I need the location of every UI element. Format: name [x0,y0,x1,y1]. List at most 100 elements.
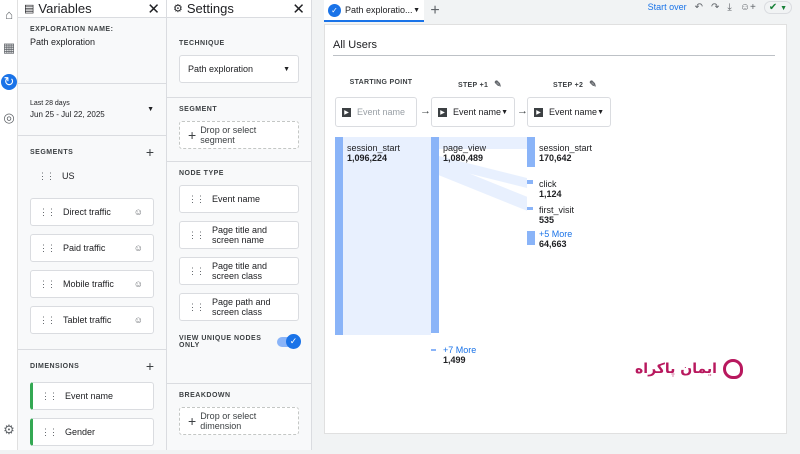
drag-handle-icon: ⋮⋮ [188,265,205,276]
dimensions-section: DIMENSIONS + ⋮⋮ Event name ⋮⋮ Gender [18,350,166,454]
brand-logo-icon [722,359,743,379]
node-label-start: session_start 1,096,224 [347,143,401,163]
explore-icon[interactable]: ↻ [1,74,17,90]
variables-icon: ▤ [24,3,35,15]
edit-pencil-icon[interactable]: ✎ [494,79,502,89]
reports-icon[interactable]: ▦ [1,40,17,56]
exploration-name-label: EXPLORATION NAME: [30,26,114,33]
variables-panel: ▤ Variables ✕ EXPLORATION NAME: Path exp… [18,0,167,450]
tab-bar: ✓ Path exploratio... ▼ + Start over ↶ ↷ … [312,0,800,22]
view-unique-nodes-toggle[interactable]: ✓ [276,334,301,349]
flow-start-to-step1 [343,137,431,335]
dimension-chip[interactable]: ⋮⋮ Gender [30,418,154,446]
dimension-chip[interactable]: ⋮⋮ Event name [30,382,154,410]
drag-handle-icon: ⋮⋮ [39,314,56,325]
chevron-down-icon: ▼ [283,65,290,73]
segment-label: SEGMENT [179,106,218,113]
segments-label: SEGMENTS [30,148,74,156]
node-label-step2-more[interactable]: +5 More 64,663 [539,229,572,249]
segment-drop-zone[interactable]: + Drop or select segment [179,121,299,149]
breakdown-label: BREAKDOWN [179,392,231,399]
advertising-icon[interactable]: ◎ [1,110,17,126]
admin-gear-icon[interactable]: ⚙ [1,422,17,438]
dimensions-label: DIMENSIONS [30,362,80,370]
redo-icon[interactable]: ↷ [711,2,719,13]
segment-chip[interactable]: ⋮⋮ US [30,162,154,190]
column-header-start: STARTING POINT [349,79,413,86]
explore-icon: ✓ [328,3,341,17]
settings-panel: ⚙ Settings ✕ TECHNIQUE Path exploration ▼… [167,0,312,450]
close-icon[interactable]: ✕ [147,0,160,18]
view-unique-nodes-label: VIEW UNIQUE NODES ONLY [179,335,262,349]
segments-section: SEGMENTS + ⋮⋮ US ⋮⋮ Direct traffic ☺ ⋮⋮ Paid… [18,136,166,350]
tab-path-exploration[interactable]: ✓ Path exploratio... ▼ [324,0,424,22]
node-bar-more-step1[interactable] [431,349,436,351]
add-tab-button[interactable]: + [424,0,446,22]
drag-handle-icon: ⋮⋮ [38,170,55,181]
exploration-sheet: All Users STARTING POINT STEP +1 ✎ STEP +… [324,24,787,434]
node-type-label: NODE TYPE [179,170,224,177]
node-bar-page-view[interactable] [431,137,439,333]
undo-icon[interactable]: ↶ [695,2,703,13]
date-range-picker[interactable]: Last 28 days Jun 25 - Jul 22, 2025 ▼ [18,84,166,136]
node-type-chip[interactable]: ⋮⋮ Event name [179,185,299,213]
breakdown-drop-zone[interactable]: + Drop or select dimension [179,407,299,435]
drag-handle-icon: ⋮⋮ [188,301,205,312]
technique-section: TECHNIQUE Path exploration ▼ [167,18,311,98]
people-icon: ☺ [133,207,143,217]
node-bar-first-visit[interactable] [527,207,533,210]
variables-header: ▤ Variables ✕ [18,0,166,18]
node-bar-click[interactable] [527,180,533,184]
view-unique-nodes-row: VIEW UNIQUE NODES ONLY ✓ [179,334,301,349]
segment-section: SEGMENT + Drop or select segment [167,98,311,162]
node-bar-session-start-step2[interactable] [527,137,535,167]
share-user-icon[interactable]: ☺+ [740,2,756,13]
segment-chip[interactable]: ⋮⋮ Mobile traffic ☺ [30,270,154,298]
people-icon: ☺ [133,279,143,289]
node-type-chip[interactable]: ⋮⋮ Page title and screen class [179,257,299,285]
status-check-button[interactable]: ✔ ▼ [763,0,792,14]
edit-pencil-icon[interactable]: ✎ [589,79,597,89]
arrow-right-icon: → [420,105,431,117]
divider [333,55,775,56]
drag-handle-icon: ⋮⋮ [39,278,56,289]
add-segment-button[interactable]: + [146,144,154,160]
download-icon[interactable]: ⤓ [727,2,731,13]
event-icon: ▶ [342,107,351,117]
check-circle-icon: ✔ [768,1,778,13]
settings-header: ⚙ Settings ✕ [167,0,311,18]
gear-icon: ⚙ [173,3,183,15]
people-icon: ☺ [133,243,143,253]
node-label-step1-more[interactable]: +7 More 1,499 [443,345,476,365]
home-icon[interactable]: ⌂ [1,6,17,22]
node-type-select-step1[interactable]: ▶ Event name ▼ [431,97,515,127]
node-type-chip[interactable]: ⋮⋮ Page path and screen class [179,293,299,321]
start-over-button[interactable]: Start over [648,2,687,12]
node-type-select-step2[interactable]: ▶ Event name ▼ [527,97,611,127]
technique-select[interactable]: Path exploration ▼ [179,55,299,83]
segment-chip[interactable]: ⋮⋮ Direct traffic ☺ [30,198,154,226]
date-range-label: Last 28 days [30,100,70,107]
node-label-step2: click 1,124 [539,179,562,199]
node-bar-more[interactable] [527,231,535,245]
drag-handle-icon: ⋮⋮ [41,426,58,437]
close-icon[interactable]: ✕ [292,0,305,18]
technique-label: TECHNIQUE [179,40,225,47]
exploration-name-input[interactable]: Path exploration [30,37,154,47]
node-label-step2: session_start 170,642 [539,143,593,163]
plus-icon: + [188,127,197,143]
node-type-select-start[interactable]: ▶ Event name [335,97,417,127]
node-label-step1: page_view 1,080,489 [443,143,487,163]
check-icon: ✓ [286,334,301,349]
drag-handle-icon: ⋮⋮ [39,242,56,253]
segment-chip[interactable]: ⋮⋮ Paid traffic ☺ [30,234,154,262]
chevron-down-icon: ▼ [780,4,787,12]
add-dimension-button[interactable]: + [146,358,154,374]
node-bar-session-start[interactable] [335,137,343,335]
drag-handle-icon: ⋮⋮ [39,206,56,217]
watermark: ایمان پاکراه [635,359,743,379]
chevron-down-icon: ▼ [147,106,154,113]
node-type-chip[interactable]: ⋮⋮ Page title and screen name [179,221,299,249]
chevron-down-icon: ▼ [501,108,508,116]
segment-chip[interactable]: ⋮⋮ Tablet traffic ☺ [30,306,154,334]
